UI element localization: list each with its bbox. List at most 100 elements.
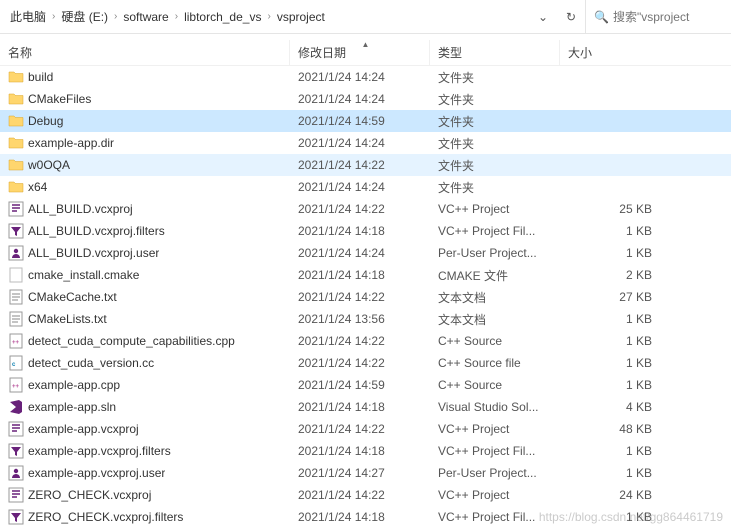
search-icon: 🔍 bbox=[594, 10, 609, 24]
file-type-cell: 文件夹 bbox=[430, 157, 560, 174]
file-size-cell: 1 KB bbox=[560, 246, 660, 260]
file-date-cell: 2021/1/24 14:22 bbox=[290, 158, 430, 172]
file-type-cell: VC++ Project Fil... bbox=[430, 444, 560, 458]
file-row[interactable]: cmake_install.cmake2021/1/24 14:18CMAKE … bbox=[0, 264, 731, 286]
file-row[interactable]: Debug2021/1/24 14:59文件夹 bbox=[0, 110, 731, 132]
svg-text:++: ++ bbox=[12, 340, 20, 346]
cpp-file-icon: ++ bbox=[8, 377, 24, 393]
refresh-button[interactable]: ↻ bbox=[557, 4, 585, 30]
breadcrumb[interactable]: 此电脑›硬盘 (E:)›software›libtorch_de_vs›vspr… bbox=[0, 4, 529, 29]
file-row[interactable]: example-app.dir2021/1/24 14:24文件夹 bbox=[0, 132, 731, 154]
file-row[interactable]: ALL_BUILD.vcxproj.user2021/1/24 14:24Per… bbox=[0, 242, 731, 264]
file-name-cell: x64 bbox=[0, 179, 290, 195]
vcxproj-user-icon bbox=[8, 465, 24, 481]
file-type-cell: VC++ Project Fil... bbox=[430, 224, 560, 238]
chevron-right-icon: › bbox=[50, 11, 57, 22]
file-row[interactable]: ++example-app.cpp2021/1/24 14:59C++ Sour… bbox=[0, 374, 731, 396]
file-name-cell: ALL_BUILD.vcxproj.user bbox=[0, 245, 290, 261]
file-name-label: example-app.sln bbox=[28, 400, 116, 414]
breadcrumb-item[interactable]: software bbox=[119, 6, 172, 28]
column-header-type[interactable]: 类型 bbox=[430, 40, 560, 65]
vcxproj-filters-icon bbox=[8, 509, 24, 525]
file-date-cell: 2021/1/24 14:22 bbox=[290, 334, 430, 348]
file-row[interactable]: ALL_BUILD.vcxproj.filters 2021/1/24 14:18… bbox=[0, 220, 731, 242]
file-row[interactable]: example-app.vcxproj.user2021/1/24 14:27P… bbox=[0, 462, 731, 484]
file-row[interactable]: x642021/1/24 14:24文件夹 bbox=[0, 176, 731, 198]
file-row[interactable]: example-app.vcxproj.filters2021/1/24 14:… bbox=[0, 440, 731, 462]
file-size-cell: 48 KB bbox=[560, 422, 660, 436]
file-date-cell: 2021/1/24 14:59 bbox=[290, 378, 430, 392]
file-list: ▲ 名称 修改日期 类型 大小 build2021/1/24 14:24文件夹C… bbox=[0, 34, 731, 528]
file-date-cell: 2021/1/24 14:18 bbox=[290, 268, 430, 282]
file-date-cell: 2021/1/24 14:18 bbox=[290, 224, 430, 238]
chevron-right-icon: › bbox=[173, 11, 180, 22]
file-date-cell: 2021/1/24 14:24 bbox=[290, 70, 430, 84]
file-date-cell: 2021/1/24 13:56 bbox=[290, 312, 430, 326]
file-name-cell: ++example-app.cpp bbox=[0, 377, 290, 393]
vcxproj-icon bbox=[8, 421, 24, 437]
file-type-cell: Per-User Project... bbox=[430, 246, 560, 260]
file-row[interactable]: example-app.vcxproj 2021/1/24 14:22VC++ P… bbox=[0, 418, 731, 440]
column-header-size[interactable]: 大小 bbox=[560, 40, 660, 65]
breadcrumb-item[interactable]: libtorch_de_vs bbox=[180, 6, 265, 28]
file-size-cell: 1 KB bbox=[560, 510, 660, 524]
folder-icon bbox=[8, 135, 24, 151]
file-date-cell: 2021/1/24 14:22 bbox=[290, 422, 430, 436]
file-type-cell: C++ Source file bbox=[430, 356, 560, 370]
column-header-name[interactable]: 名称 bbox=[0, 40, 290, 65]
text-file-icon bbox=[8, 289, 24, 305]
search-input[interactable] bbox=[613, 10, 723, 24]
file-type-cell: C++ Source bbox=[430, 378, 560, 392]
file-row[interactable]: ALL_BUILD.vcxproj2021/1/24 14:22VC++ Pro… bbox=[0, 198, 731, 220]
chevron-right-icon: › bbox=[265, 11, 272, 22]
file-size-cell: 27 KB bbox=[560, 290, 660, 304]
file-date-cell: 2021/1/24 14:27 bbox=[290, 466, 430, 480]
cc-file-icon: c bbox=[8, 355, 24, 371]
file-name-cell: example-app.vcxproj.user bbox=[0, 465, 290, 481]
file-name-cell: build bbox=[0, 69, 290, 85]
vcxproj-icon bbox=[8, 487, 24, 503]
file-size-cell: 1 KB bbox=[560, 356, 660, 370]
breadcrumb-item[interactable]: 此电脑 bbox=[6, 4, 50, 29]
file-name-label: example-app.vcxproj bbox=[28, 422, 139, 436]
file-date-cell: 2021/1/24 14:22 bbox=[290, 202, 430, 216]
file-name-cell: w0OQA bbox=[0, 157, 290, 173]
file-size-cell: 1 KB bbox=[560, 466, 660, 480]
file-name-label: detect_cuda_version.cc bbox=[28, 356, 154, 370]
search-box[interactable]: 🔍 bbox=[585, 0, 731, 33]
file-size-cell: 1 KB bbox=[560, 378, 660, 392]
file-row[interactable]: CMakeCache.txt2021/1/24 14:22文本文档27 KB bbox=[0, 286, 731, 308]
file-type-cell: VC++ Project bbox=[430, 422, 560, 436]
folder-icon bbox=[8, 157, 24, 173]
file-name-label: x64 bbox=[28, 180, 47, 194]
file-row[interactable]: build2021/1/24 14:24文件夹 bbox=[0, 66, 731, 88]
file-type-cell: Per-User Project... bbox=[430, 466, 560, 480]
file-name-cell: CMakeFiles bbox=[0, 91, 290, 107]
breadcrumb-item[interactable]: vsproject bbox=[273, 6, 329, 28]
file-name-label: ZERO_CHECK.vcxproj bbox=[28, 488, 151, 502]
refresh-icon: ↻ bbox=[566, 10, 576, 24]
file-row[interactable]: ZERO_CHECK.vcxproj.filters2021/1/24 14:1… bbox=[0, 506, 731, 528]
column-header-date[interactable]: 修改日期 bbox=[290, 40, 430, 65]
file-row[interactable]: c detect_cuda_version.cc 2021/1/24 14:22C+… bbox=[0, 352, 731, 374]
svg-text:++: ++ bbox=[12, 384, 20, 390]
file-name-label: cmake_install.cmake bbox=[28, 268, 139, 282]
history-dropdown-button[interactable]: ⌄ bbox=[529, 4, 557, 30]
file-row[interactable]: ZERO_CHECK.vcxproj2021/1/24 14:22VC++ Pr… bbox=[0, 484, 731, 506]
file-name-label: w0OQA bbox=[28, 158, 70, 172]
folder-icon bbox=[8, 113, 24, 129]
file-name-cell: cmake_install.cmake bbox=[0, 267, 290, 283]
file-date-cell: 2021/1/24 14:24 bbox=[290, 180, 430, 194]
file-name-label: build bbox=[28, 70, 53, 84]
file-date-cell: 2021/1/24 14:22 bbox=[290, 356, 430, 370]
file-size-cell: 24 KB bbox=[560, 488, 660, 502]
file-row[interactable]: CMakeFiles2021/1/24 14:24文件夹 bbox=[0, 88, 731, 110]
file-row[interactable]: CMakeLists.txt2021/1/24 13:56文本文档1 KB bbox=[0, 308, 731, 330]
vcxproj-icon bbox=[8, 201, 24, 217]
file-name-label: ALL_BUILD.vcxproj.filters bbox=[28, 224, 165, 238]
file-row[interactable]: w0OQA 2021/1/24 14:22文件夹 bbox=[0, 154, 731, 176]
file-row[interactable]: example-app.sln2021/1/24 14:18Visual Stu… bbox=[0, 396, 731, 418]
breadcrumb-item[interactable]: 硬盘 (E:) bbox=[57, 4, 112, 29]
file-row[interactable]: ++detect_cuda_compute_capabilities.cpp20… bbox=[0, 330, 731, 352]
file-name-label: Debug bbox=[28, 114, 63, 128]
